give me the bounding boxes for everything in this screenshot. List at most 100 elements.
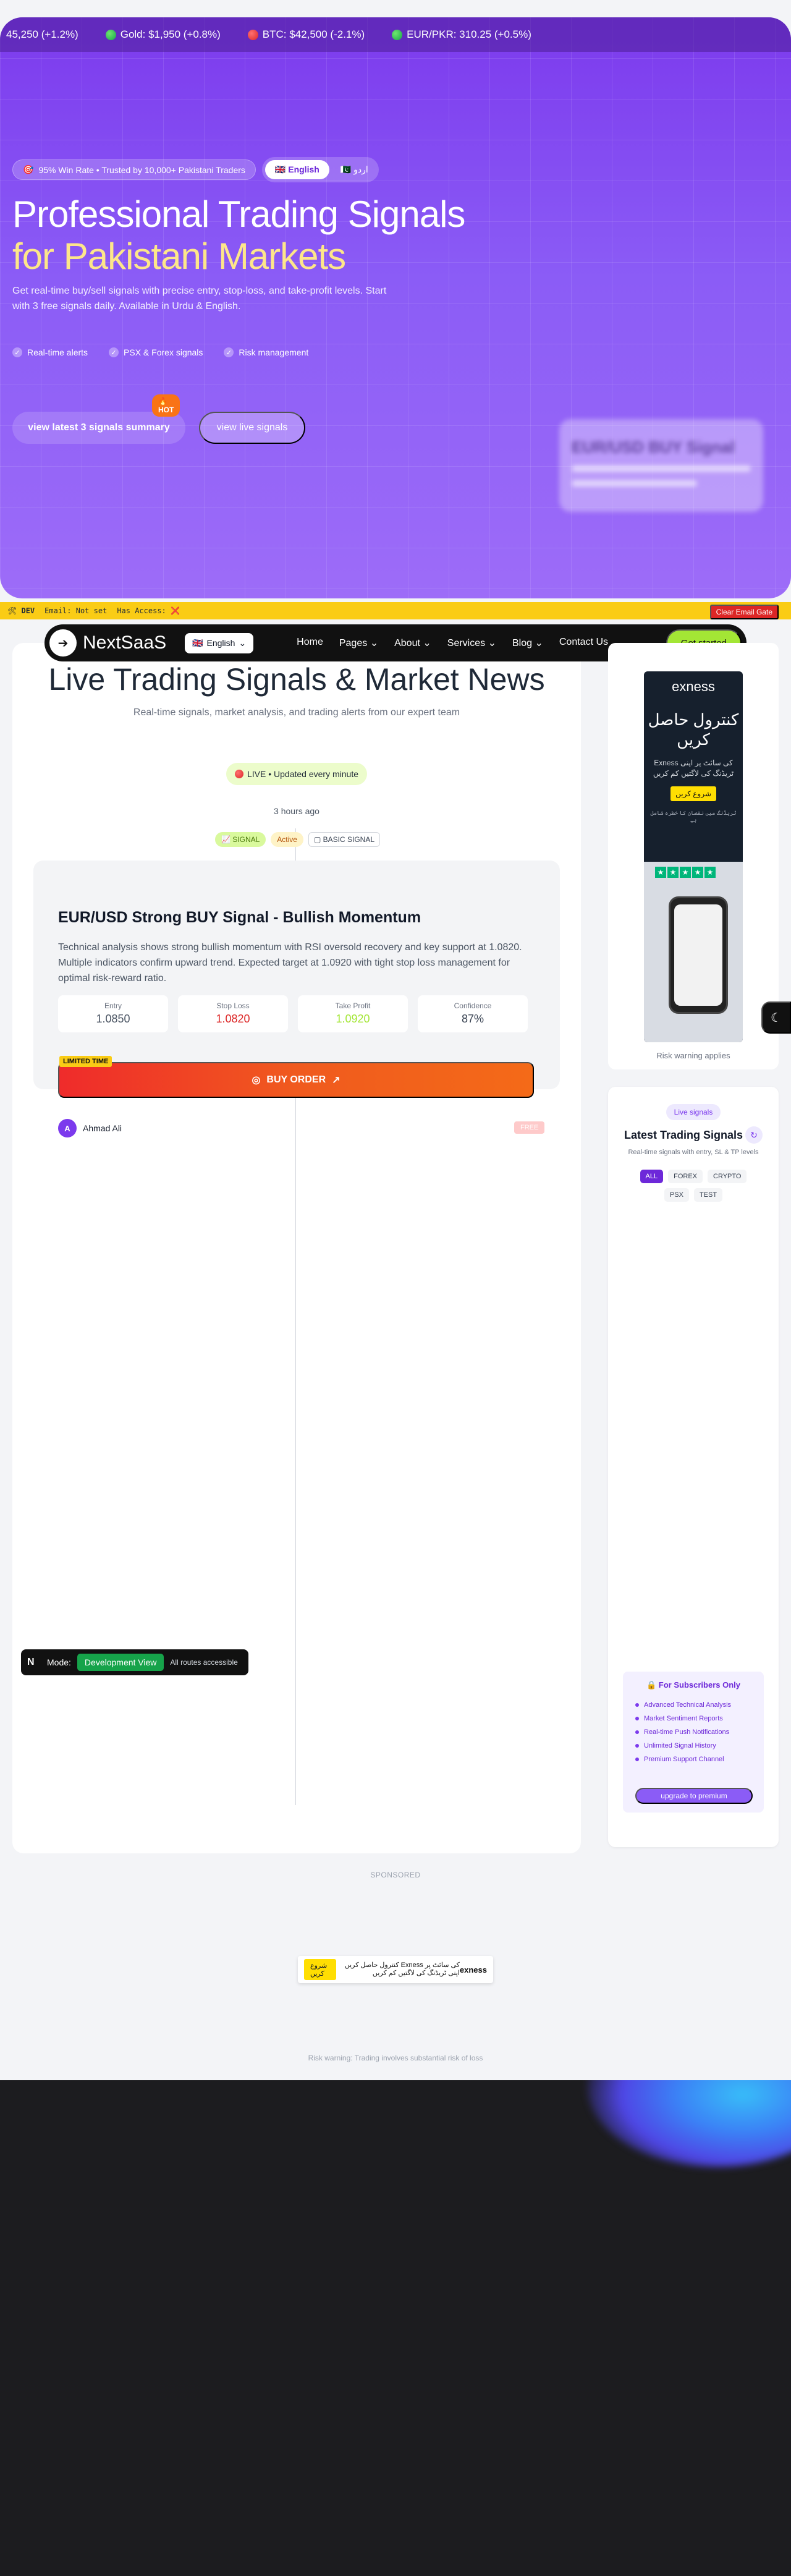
sponsored-banner[interactable]: شروع كريں كنترول حاصل كريں Exness كى سائ…: [298, 1956, 493, 1983]
lang-urdu-button[interactable]: 🇵🇰 اردو: [333, 160, 376, 179]
price-ticker: 45,250 (+1.2%) Gold: $1,950 (+0.8%) BTC:…: [0, 17, 791, 52]
main-subtitle: Real-time signals, market analysis, and …: [133, 707, 460, 718]
avatar: A: [58, 1119, 77, 1137]
chevron-down-icon: ⌄: [239, 637, 247, 648]
target-icon: 🎯: [23, 164, 34, 174]
star-icon: ★: [704, 867, 716, 878]
blurred-line: [572, 465, 751, 472]
logo-icon[interactable]: ➔: [49, 629, 77, 657]
upgrade-premium-button[interactable]: upgrade to premium: [635, 1788, 753, 1804]
star-icon: ★: [667, 867, 679, 878]
metric-value: 87%: [461, 1013, 484, 1025]
ad-brand: exness: [672, 679, 715, 694]
signal-type-label: SIGNAL: [232, 835, 260, 844]
filter-psx[interactable]: PSX: [664, 1188, 689, 1202]
ticker-item: Gold: $1,950 (+0.8%): [105, 28, 221, 41]
ticker-item: EUR/PKR: 310.25 (+0.5%): [392, 28, 531, 41]
nav-language-select[interactable]: 🇬🇧 English ⌄: [185, 632, 254, 653]
ad-start-button[interactable]: شروع كريں: [670, 786, 716, 801]
signal-card[interactable]: EUR/USD Strong BUY Signal - Bullish Mome…: [33, 861, 560, 1137]
green-dot-icon: [105, 29, 116, 40]
signal-type-pill: 📈 SIGNAL: [215, 832, 266, 847]
subscribers-title-text: For Subscribers Only: [658, 1680, 740, 1690]
time-ago: 3 hours ago: [266, 806, 328, 816]
nav-link-label: About: [394, 638, 420, 648]
list-item: Market Sentiment Reports: [635, 1715, 731, 1722]
green-dot-icon: [392, 29, 403, 40]
nav-link-label: Blog: [512, 638, 533, 648]
dev-status-bar: 🛠 DEV Email: Not set Has Access: ❌ Clear…: [0, 602, 791, 619]
nav-language-label: English: [206, 638, 235, 648]
dev-env-value: DEV: [21, 606, 35, 615]
view-live-signals-button[interactable]: view live signals: [199, 412, 305, 444]
nav-link-contact[interactable]: Contact Us: [559, 637, 608, 649]
latest-signals-title: Latest Trading Signals: [624, 1129, 743, 1141]
signal-title: EUR/USD Strong BUY Signal - Bullish Mome…: [58, 909, 421, 926]
lang-english-button[interactable]: 🇬🇧 English: [264, 160, 329, 179]
ad-body: Exness كى سائٹ پر اپنى ٹريڈنگ كى لاگتيں …: [653, 759, 734, 778]
logo-text[interactable]: NextSaaS: [83, 632, 166, 653]
nav-link-about[interactable]: About ⌄: [394, 637, 431, 649]
banner-logo: exness: [459, 1965, 487, 1975]
lang-english-label: English: [288, 164, 319, 174]
phone-image: [669, 896, 728, 1014]
next-logo-icon: N: [27, 1657, 35, 1667]
latest-signals-subtitle: Real-time signals with entry, SL & TP le…: [628, 1149, 759, 1156]
signal-pills: 📈 SIGNAL Active ▢ BASIC SIGNAL: [215, 832, 381, 847]
footer-risk-warning: Risk warning: Trading involves substanti…: [308, 2054, 483, 2062]
dev-email-status: Email: Not set: [44, 606, 108, 615]
metric-take-profit: Take Profit 1.0920: [298, 995, 408, 1032]
feature-item: ✓ Risk management: [224, 347, 308, 357]
ad-fine-print: ٹريڈنگ ميں نقصان كا خطره شامل ہے: [650, 810, 737, 823]
red-dot-icon: [247, 29, 258, 40]
star-icon: ★: [655, 867, 666, 878]
metric-stop-loss: Stop Loss 1.0820: [178, 995, 288, 1032]
hero-badge-row: 🎯 95% Win Rate • Trusted by 10,000+ Paki…: [12, 157, 379, 182]
buy-order-button[interactable]: ◎ BUY ORDER ↗: [58, 1062, 534, 1098]
subscribers-only-box: 🔒 For Subscribers Only Advanced Technica…: [623, 1672, 764, 1813]
live-badge-text: LIVE • Updated every minute: [247, 769, 358, 779]
nav-link-services[interactable]: Services ⌄: [447, 637, 496, 649]
feature-label: Real-time alerts: [27, 347, 88, 357]
list-item: Advanced Technical Analysis: [635, 1701, 731, 1709]
hero-title-line2: for Pakistani Markets: [12, 236, 346, 277]
metric-confidence: Confidence 87%: [418, 995, 528, 1032]
limited-time-badge: LIMITED TIME: [59, 1056, 112, 1067]
nav-link-label: Services: [447, 638, 486, 648]
metric-value: 1.0920: [336, 1013, 370, 1025]
exness-ad-banner[interactable]: exness كنترول حاصل كريں Exness كى سائٹ پ…: [644, 671, 743, 1042]
metric-value: 1.0850: [96, 1013, 130, 1025]
tier-label: BASIC SIGNAL: [323, 835, 375, 844]
chart-up-icon: ↗: [332, 1075, 341, 1086]
filter-all[interactable]: ALL: [640, 1170, 664, 1183]
dev-env-label: 🛠 DEV: [7, 606, 35, 615]
tier-badge: ▢ BASIC SIGNAL: [308, 832, 381, 847]
filter-crypto[interactable]: CRYPTO: [708, 1170, 747, 1183]
nav-link-home[interactable]: Home: [297, 637, 323, 649]
chevron-down-icon: ⌄: [535, 638, 543, 648]
filter-test[interactable]: TEST: [693, 1188, 723, 1202]
banner-start-button[interactable]: شروع كريں: [304, 1959, 337, 1980]
sponsored-label: SPONSORED: [370, 1871, 421, 1879]
list-item: Unlimited Signal History: [635, 1742, 731, 1749]
list-item: Premium Support Channel: [635, 1756, 731, 1763]
footer-glow-decoration: [587, 2080, 791, 2167]
nav-link-blog[interactable]: Blog ⌄: [512, 637, 543, 649]
hero-title-line1: Professional Trading Signals: [12, 193, 465, 235]
nav-link-label: Pages: [339, 638, 368, 648]
banner-text: كنترول حاصل كريں Exness كى سائٹ پر اپنى …: [344, 1962, 460, 1977]
signal-description: Technical analysis shows strong bullish …: [58, 942, 522, 984]
clear-email-gate-button[interactable]: Clear Email Gate: [709, 605, 779, 619]
ticker-text: EUR/PKR: 310.25 (+0.5%): [407, 28, 531, 40]
blurred-signal-preview: EUR/USD BUY Signal: [559, 419, 763, 512]
filter-forex[interactable]: FOREX: [668, 1170, 703, 1183]
hero-section: 45,250 (+1.2%) Gold: $1,950 (+0.8%) BTC:…: [0, 17, 791, 598]
ticker-text: 45,250 (+1.2%): [6, 28, 78, 40]
nav-link-pages[interactable]: Pages ⌄: [339, 637, 378, 649]
dark-mode-toggle-icon[interactable]: ☾: [761, 1001, 791, 1034]
metric-value: 1.0820: [216, 1013, 250, 1025]
development-view-button[interactable]: Development View: [77, 1654, 164, 1671]
refresh-icon[interactable]: ↻: [745, 1126, 763, 1144]
check-icon: ✓: [224, 347, 234, 357]
main-title: Live Trading Signals & Market News: [48, 662, 545, 697]
